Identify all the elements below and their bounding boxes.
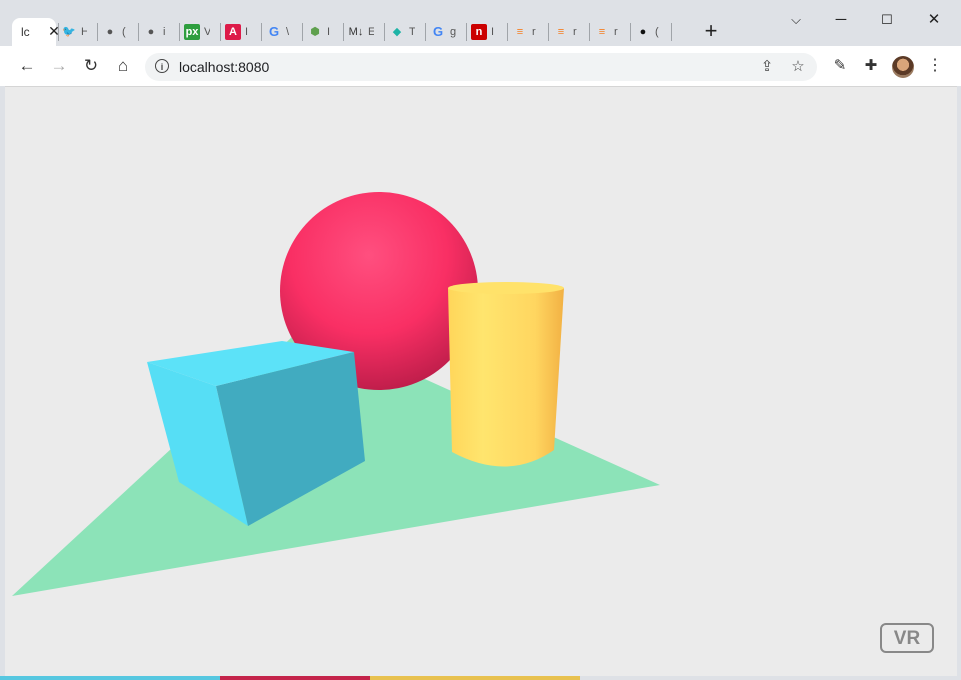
tab-separator: [507, 23, 508, 41]
google-icon: G: [432, 24, 444, 39]
tab-separator: [671, 23, 672, 41]
window-frame-right: [957, 86, 961, 680]
tab-title: lc: [21, 25, 30, 39]
tab-separator: [97, 23, 98, 41]
angular-icon: A: [225, 24, 241, 40]
px-icon: px: [184, 24, 200, 40]
tab-separator: [220, 23, 221, 41]
webgl-canvas[interactable]: VR: [5, 87, 957, 676]
cylinder-top: [448, 282, 564, 294]
home-icon[interactable]: ⌂: [112, 55, 134, 77]
site-info-icon[interactable]: i: [155, 59, 169, 73]
tab-separator: [261, 23, 262, 41]
tab-separator: [302, 23, 303, 41]
browser-tab[interactable]: ●(: [635, 18, 669, 46]
globe-icon: ●: [147, 26, 155, 38]
stackoverflow-icon: ≡: [516, 26, 524, 38]
close-tab-icon[interactable]: ✕: [46, 23, 62, 39]
tab-title: V: [204, 26, 210, 38]
address-bar[interactable]: i localhost:8080 ⇪ ☆: [145, 53, 817, 81]
browser-tab[interactable]: 🐦 H: [61, 18, 95, 46]
tab-title: H: [81, 26, 87, 38]
browser-tab[interactable]: G \: [266, 18, 300, 46]
twitter-icon: 🐦: [62, 26, 76, 38]
vr-button[interactable]: VR: [880, 623, 934, 653]
browser-tab[interactable]: M↓ E: [348, 18, 382, 46]
browser-window: lc ✕ 🐦 H ●(● i px V A I G \ ⬢ I M↓ E ◆ T Gg n I ≡ r ≡ r ≡ r ●( + …: [0, 0, 961, 680]
tab-separator: [425, 23, 426, 41]
avatar[interactable]: [892, 56, 914, 78]
new-tab-icon[interactable]: +: [701, 20, 721, 42]
maximize-icon[interactable]: ☐: [872, 10, 902, 30]
github-icon: ●: [639, 26, 647, 38]
google-icon: G: [268, 24, 280, 39]
tab-title: (: [655, 26, 659, 38]
tab-separator: [548, 23, 549, 41]
browser-toolbar: ← → ↻ ⌂ i localhost:8080 ⇪ ☆ ✎ ✚ ⋮: [0, 46, 961, 87]
minimize-icon[interactable]: ─: [826, 10, 856, 30]
eyedropper-extension-icon[interactable]: ✎: [829, 55, 851, 77]
tab-separator: [589, 23, 590, 41]
url-text[interactable]: localhost:8080: [179, 59, 269, 75]
tab-title: r: [573, 26, 577, 38]
menu-kebab-icon[interactable]: ⋮: [924, 55, 946, 77]
tab-title: g: [450, 26, 456, 38]
tab-title: T: [409, 26, 415, 38]
tab-separator: [384, 23, 385, 41]
tab-strip: lc ✕ 🐦 H ●(● i px V A I G \ ⬢ I M↓ E ◆ T Gg n I ≡ r ≡ r ≡ r ●( + …: [0, 0, 961, 46]
browser-tab[interactable]: ≡ r: [594, 18, 628, 46]
tab-title: I: [327, 26, 331, 38]
tab-title: (: [122, 26, 126, 38]
tab-separator: [343, 23, 344, 41]
npm-icon: n: [471, 24, 487, 40]
cylinder: [448, 288, 564, 467]
forward-icon[interactable]: →: [48, 55, 70, 77]
3d-scene[interactable]: [5, 87, 957, 676]
stackoverflow-icon: ≡: [598, 26, 606, 38]
tab-separator: [138, 23, 139, 41]
tab-title: \: [286, 26, 290, 38]
markdown-icon: M↓: [348, 26, 364, 38]
diamond-icon: ◆: [392, 26, 402, 38]
taskbar-strip: [0, 676, 961, 680]
browser-tab[interactable]: ≡ r: [553, 18, 587, 46]
extensions-puzzle-icon[interactable]: ✚: [860, 55, 882, 77]
reload-icon[interactable]: ↻: [80, 55, 102, 77]
browser-tab[interactable]: ◆ T: [389, 18, 423, 46]
tab-separator: [58, 23, 59, 41]
browser-tab[interactable]: ● i: [143, 18, 177, 46]
stackoverflow-icon: ≡: [557, 26, 565, 38]
close-window-icon[interactable]: ✕: [919, 10, 949, 30]
tab-separator: [466, 23, 467, 41]
tab-separator: [179, 23, 180, 41]
window-frame-left: [0, 86, 5, 680]
browser-tab[interactable]: ●(: [102, 18, 136, 46]
back-icon[interactable]: ←: [16, 55, 38, 77]
browser-tab[interactable]: AI: [225, 18, 259, 46]
tab-title: r: [614, 26, 618, 38]
tab-title: I: [245, 26, 249, 38]
bookmark-star-icon[interactable]: ☆: [788, 57, 808, 77]
browser-tab[interactable]: nI: [471, 18, 505, 46]
tab-separator: [630, 23, 631, 41]
nodejs-icon: ⬢: [310, 26, 320, 38]
share-icon[interactable]: ⇪: [757, 57, 777, 77]
browser-tab[interactable]: px V: [184, 18, 218, 46]
tab-title: r: [532, 26, 536, 38]
tab-search-icon[interactable]: ⌵: [781, 10, 811, 30]
globe-icon: ●: [106, 26, 114, 38]
tab-active[interactable]: lc ✕: [12, 18, 60, 46]
browser-tab[interactable]: ≡ r: [512, 18, 546, 46]
tab-title: i: [163, 26, 166, 38]
tab-title: I: [491, 26, 495, 38]
tab-title: E: [368, 26, 374, 38]
browser-tab[interactable]: Gg: [430, 18, 464, 46]
browser-tab[interactable]: ⬢ I: [307, 18, 341, 46]
